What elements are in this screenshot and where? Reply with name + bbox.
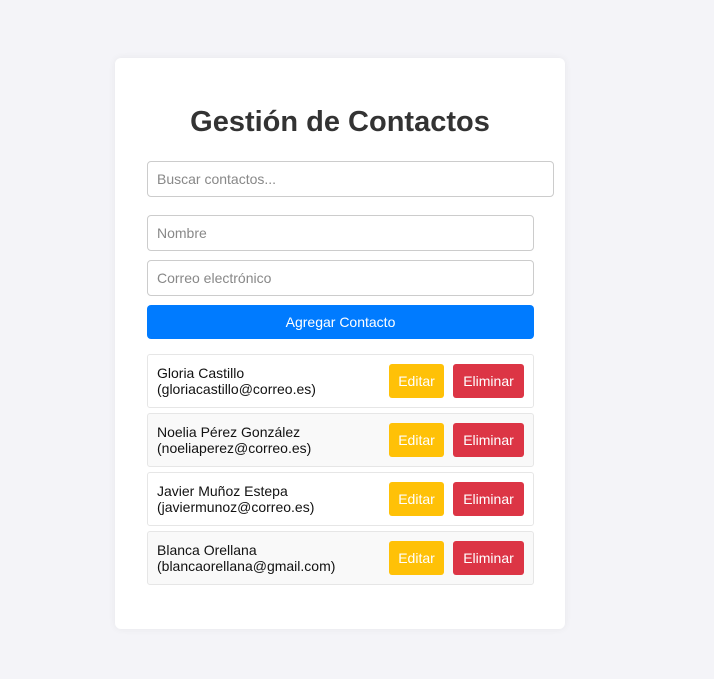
list-item: Gloria Castillo (gloriacastillo@correo.e… <box>147 354 534 408</box>
contact-email: (noeliaperez@correo.es) <box>157 440 312 456</box>
contact-name: Blanca Orellana <box>157 542 257 558</box>
delete-button[interactable]: Eliminar <box>453 482 524 516</box>
page-title: Gestión de Contactos <box>190 106 490 138</box>
delete-button[interactable]: Eliminar <box>453 541 524 575</box>
list-item: Noelia Pérez González (noeliaperez@corre… <box>147 413 534 467</box>
contact-info: Noelia Pérez González (noeliaperez@corre… <box>157 424 389 456</box>
contacts-card: Gestión de Contactos Agregar Contacto Gl… <box>115 58 565 629</box>
contact-email: (gloriacastillo@correo.es) <box>157 381 316 397</box>
edit-button[interactable]: Editar <box>389 541 444 575</box>
contact-email: (blancaorellana@gmail.com) <box>157 558 336 574</box>
contact-name: Noelia Pérez González <box>157 424 301 440</box>
edit-button[interactable]: Editar <box>389 482 444 516</box>
contact-info: Gloria Castillo (gloriacastillo@correo.e… <box>157 365 389 397</box>
email-field[interactable] <box>147 260 534 296</box>
delete-button[interactable]: Eliminar <box>453 364 524 398</box>
contact-list: Gloria Castillo (gloriacastillo@correo.e… <box>147 354 534 590</box>
contact-email: (javiermunoz@correo.es) <box>157 499 315 515</box>
contact-name: Javier Muñoz Estepa <box>157 483 288 499</box>
contact-info: Javier Muñoz Estepa (javiermunoz@correo.… <box>157 483 389 515</box>
list-item: Javier Muñoz Estepa (javiermunoz@correo.… <box>147 472 534 526</box>
edit-button[interactable]: Editar <box>389 364 444 398</box>
name-field[interactable] <box>147 215 534 251</box>
contact-info: Blanca Orellana (blancaorellana@gmail.co… <box>157 542 389 574</box>
search-input[interactable] <box>147 161 554 197</box>
edit-button[interactable]: Editar <box>389 423 444 457</box>
delete-button[interactable]: Eliminar <box>453 423 524 457</box>
add-contact-button[interactable]: Agregar Contacto <box>147 305 534 339</box>
contact-name: Gloria Castillo <box>157 365 245 381</box>
list-item: Blanca Orellana (blancaorellana@gmail.co… <box>147 531 534 585</box>
